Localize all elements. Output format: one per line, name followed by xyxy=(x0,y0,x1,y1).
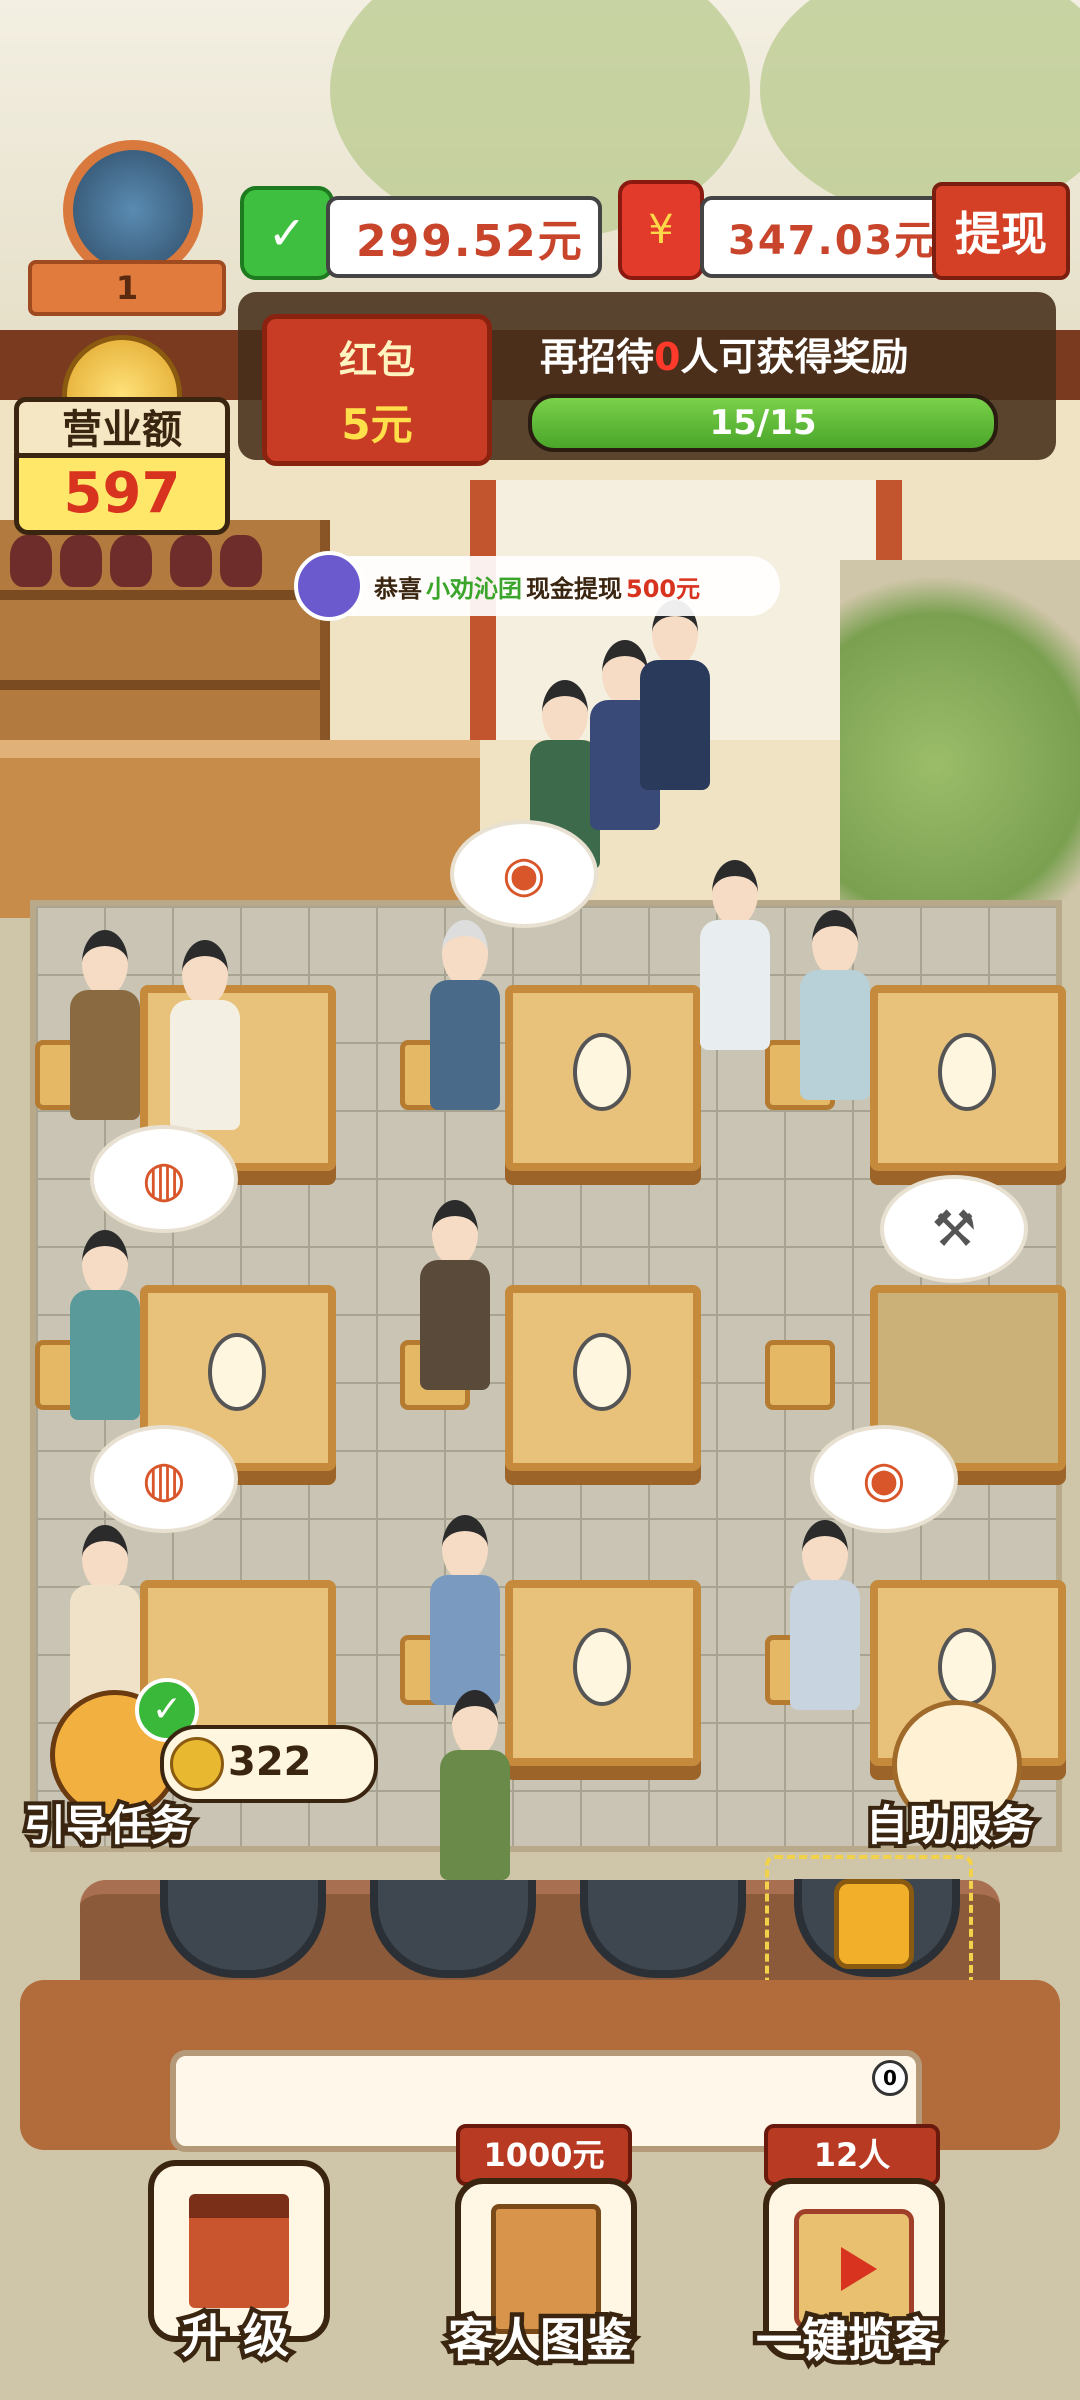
wechat-balance-pill: 299.52元 xyxy=(326,196,602,278)
waiter[interactable] xyxy=(430,1690,520,1900)
wine-jar xyxy=(170,535,212,587)
hongbao-title: 红包 xyxy=(338,338,415,382)
task-progress-bar: 15/15 xyxy=(528,394,998,452)
wine-jar xyxy=(60,535,102,587)
coin-icon xyxy=(170,1737,224,1791)
customer-seated[interactable] xyxy=(790,910,880,1120)
broadcast-middle: 现金提现 xyxy=(526,574,622,603)
order-bubble-dish[interactable]: ◍ xyxy=(90,1125,238,1233)
dish-icon xyxy=(208,1333,266,1411)
self-service-button[interactable]: 自助服务 xyxy=(862,1690,1038,1854)
front-counter xyxy=(0,740,480,918)
customer-seated[interactable] xyxy=(410,1200,500,1410)
player-avatar-badge[interactable]: 1 xyxy=(8,140,228,320)
locked-wok-slot[interactable] xyxy=(765,1855,973,1993)
wine-jar xyxy=(220,535,262,587)
guide-task-button[interactable]: ✓ 322 引导任务 xyxy=(20,1678,378,1854)
order-bubble-drum[interactable]: ◉ xyxy=(450,820,598,928)
task-suffix: 人可获得奖励 xyxy=(680,335,909,379)
dish-icon xyxy=(573,1333,631,1411)
garden-corner xyxy=(840,560,1080,900)
dish-icon xyxy=(573,1628,631,1706)
wechat-balance: 299.52元 xyxy=(356,216,584,267)
attract-tag: 12人 xyxy=(764,2124,940,2186)
shelf-board xyxy=(0,590,320,600)
dish-icon xyxy=(573,1033,631,1111)
wine-jar xyxy=(110,535,152,587)
redpacket-balance: 347.03元 xyxy=(728,218,937,264)
task-progress-text: 15/15 xyxy=(709,403,817,443)
withdraw-broadcast: 恭喜 小劝沁囝 现金提现 500元 xyxy=(294,551,780,621)
dish-icon: ◍ xyxy=(142,1150,186,1208)
broadcast-prefix: 恭喜 xyxy=(374,574,422,603)
shelf-board xyxy=(0,680,320,690)
dish-icon xyxy=(938,1033,996,1111)
broadcast-player: 小劝沁囝 xyxy=(426,574,522,603)
repair-bubble[interactable]: ⚒ xyxy=(880,1175,1028,1283)
upgrade-label: 升 级 xyxy=(176,2305,293,2368)
revenue-badge: 营业额 597 xyxy=(14,335,230,535)
task-description: 再招待0人可获得奖励 xyxy=(540,326,1010,381)
customer-seated[interactable] xyxy=(60,1230,150,1440)
order-bubble-dish[interactable]: ◍ xyxy=(90,1425,238,1533)
customer-waiting[interactable] xyxy=(690,860,780,1070)
attract-customers-label: 一键揽客 xyxy=(752,2309,945,2372)
redpacket-balance-pill: 347.03元 xyxy=(700,196,948,278)
guide-reward-coins: 322 xyxy=(228,1739,312,1785)
player-level: 1 xyxy=(28,260,226,316)
revenue-value: 597 xyxy=(14,453,230,535)
guide-reward-pill: 322 xyxy=(160,1725,378,1803)
hongbao-card[interactable]: 红包 5元 xyxy=(262,314,492,466)
dining-table[interactable] xyxy=(505,1580,701,1766)
hammer-icon: ⚒ xyxy=(931,1200,977,1258)
dish-icon: ◍ xyxy=(142,1450,186,1508)
guide-task-label: 引导任务 xyxy=(20,1797,196,1854)
customer-seated[interactable] xyxy=(780,1520,870,1730)
task-count: 0 xyxy=(654,335,681,379)
dining-table[interactable] xyxy=(505,1285,701,1471)
avatar[interactable] xyxy=(63,140,203,280)
drum-icon: ◉ xyxy=(502,845,546,903)
self-service-label: 自助服务 xyxy=(862,1797,1038,1854)
stool xyxy=(765,1340,835,1410)
wine-jar xyxy=(10,535,52,587)
withdraw-button[interactable]: 提现 xyxy=(932,182,1070,280)
lock-icon xyxy=(834,1879,914,1969)
dining-table[interactable] xyxy=(505,985,701,1171)
guest-book-tag: 1000元 xyxy=(456,2124,632,2186)
task-prefix: 再招待 xyxy=(540,335,655,379)
broadcast-avatar xyxy=(294,551,364,621)
waiter[interactable] xyxy=(160,940,250,1150)
customer-seated[interactable] xyxy=(420,920,510,1130)
message-counter: 0 xyxy=(872,2060,908,2096)
broadcast-amount: 500元 xyxy=(626,574,701,603)
dining-table[interactable] xyxy=(870,985,1066,1171)
order-bubble-drum[interactable]: ◉ xyxy=(810,1425,958,1533)
drum-icon: ◉ xyxy=(862,1450,906,1508)
redpacket-icon[interactable]: ¥ xyxy=(618,180,704,280)
hongbao-amount: 5元 xyxy=(341,400,413,449)
guest-book-label: 客人图鉴 xyxy=(444,2309,637,2372)
wechat-icon[interactable]: ✓ xyxy=(240,186,334,280)
upgrade-icon xyxy=(189,2194,289,2308)
customer-seated[interactable] xyxy=(60,930,150,1140)
customer-in-queue[interactable] xyxy=(630,600,720,810)
